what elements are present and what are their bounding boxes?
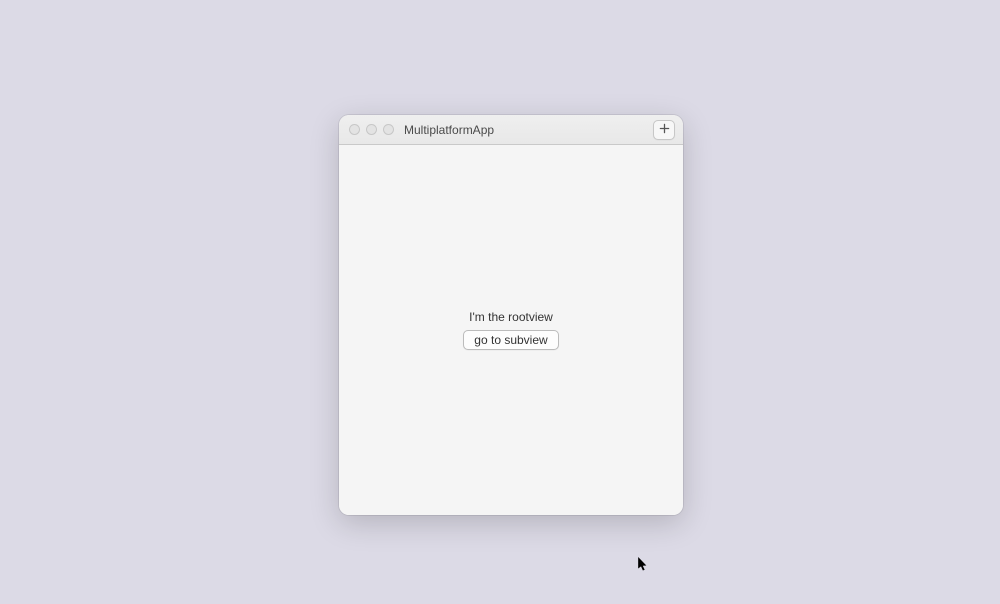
- minimize-window-button[interactable]: [366, 124, 377, 135]
- plus-icon: [659, 121, 670, 139]
- window-title: MultiplatformApp: [404, 123, 494, 137]
- close-window-button[interactable]: [349, 124, 360, 135]
- maximize-window-button[interactable]: [383, 124, 394, 135]
- traffic-lights: [349, 124, 394, 135]
- go-to-subview-button[interactable]: go to subview: [463, 330, 558, 350]
- add-button[interactable]: [653, 120, 675, 140]
- app-window: MultiplatformApp I'm the rootview go to …: [339, 115, 683, 515]
- window-content: I'm the rootview go to subview: [339, 145, 683, 515]
- rootview-label: I'm the rootview: [469, 310, 553, 324]
- mouse-cursor-icon: [638, 557, 649, 578]
- window-titlebar: MultiplatformApp: [339, 115, 683, 145]
